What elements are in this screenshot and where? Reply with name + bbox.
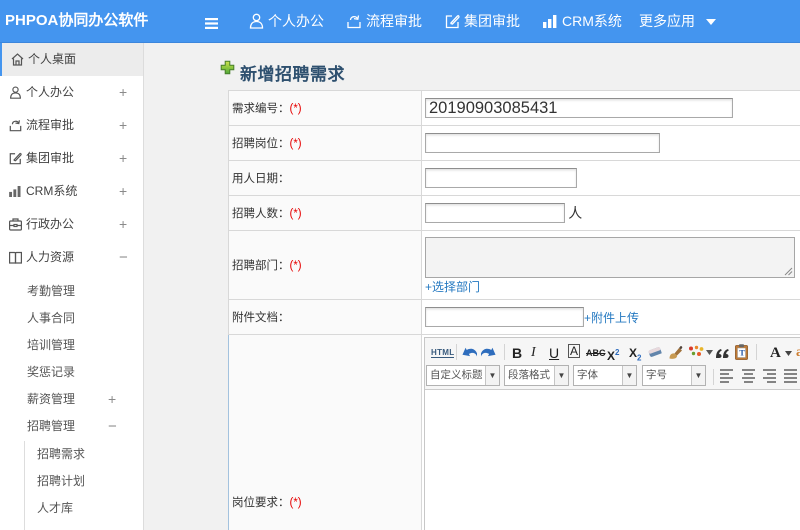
- svg-text:T: T: [739, 348, 745, 358]
